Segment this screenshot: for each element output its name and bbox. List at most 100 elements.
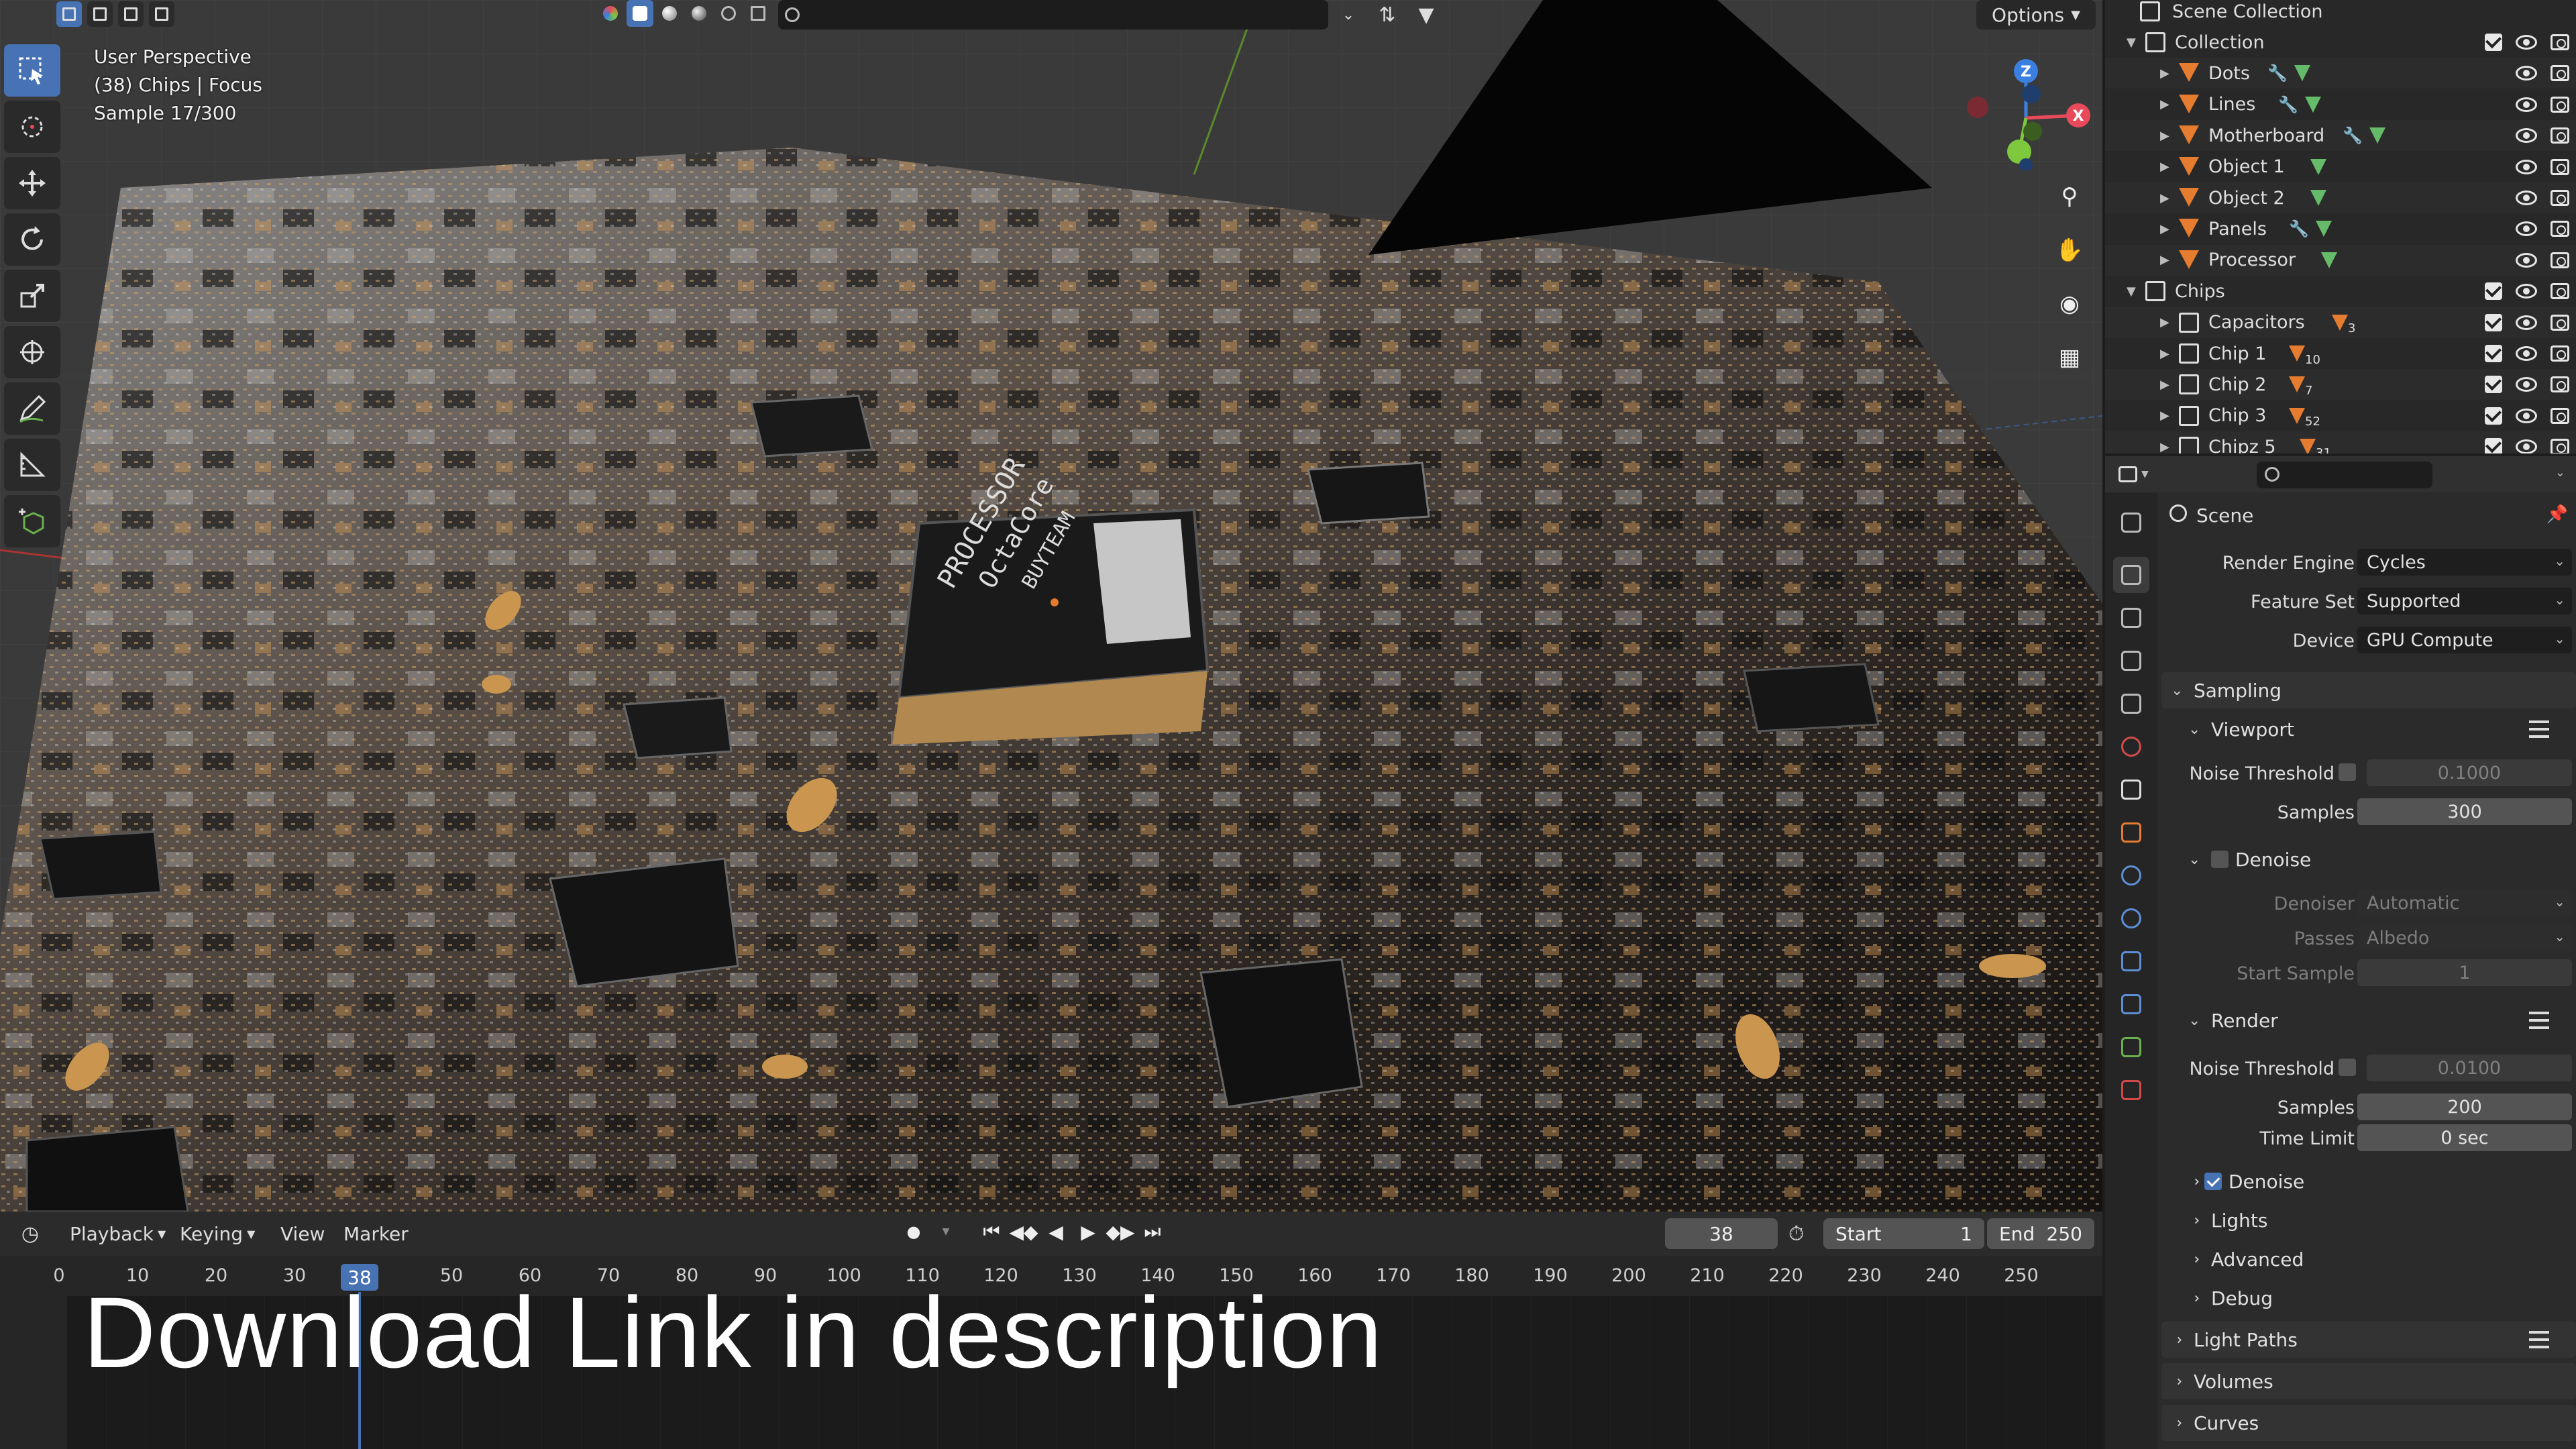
exclude-checkbox[interactable] (2485, 282, 2502, 301)
mesh-data-icon[interactable] (2310, 190, 2326, 206)
rendered-shading-icon[interactable] (686, 0, 712, 27)
viewport-search-field[interactable] (778, 0, 1328, 30)
outliner-row-chipz-5[interactable]: ▶ Chipz 5 31 (2105, 431, 2576, 453)
select-box-icon[interactable] (4, 44, 60, 97)
exclude-checkbox[interactable] (2485, 407, 2502, 425)
exclude-checkbox[interactable] (2485, 438, 2502, 453)
select-intersect-icon[interactable] (149, 1, 174, 27)
render-icon[interactable] (2113, 557, 2149, 593)
render-camera-icon[interactable] (2551, 314, 2569, 331)
wrench-icon[interactable]: 🔧 (2343, 126, 2363, 145)
stopwatch-icon[interactable]: ⏱ (1788, 1212, 1804, 1256)
render-camera-icon[interactable] (2551, 439, 2569, 453)
expand-right-icon[interactable]: ▶ (2160, 191, 2169, 205)
properties-search-field[interactable] (2257, 462, 2432, 488)
wrench-icon[interactable]: 🔧 (2267, 64, 2288, 83)
lights-subpanel-header[interactable]: ⌄ Lights (2161, 1202, 2576, 1238)
zoom-icon[interactable]: ⚲ (2049, 176, 2090, 217)
options-menu-button[interactable]: Options ▼ (1976, 0, 2096, 30)
filter-icon[interactable]: ▼ (1413, 1, 1440, 28)
debug-subpanel-header[interactable]: ⌄ Debug (2161, 1280, 2576, 1316)
outliner-row-chip-2[interactable]: ▶ Chip 2 7 (2105, 369, 2576, 400)
expand-right-icon[interactable]: ▶ (2160, 160, 2169, 174)
constraints-icon[interactable] (2113, 986, 2149, 1022)
expand-right-icon[interactable]: ▶ (2160, 440, 2169, 453)
render-camera-icon[interactable] (2551, 283, 2569, 300)
render-engine-dropdown[interactable]: Cycles ⌄ (2357, 549, 2572, 576)
exclude-checkbox[interactable] (2485, 376, 2502, 394)
keying-menu[interactable]: Keying ▼ (180, 1212, 255, 1256)
start-sample-field[interactable]: 1 (2357, 959, 2572, 986)
denoiser-dropdown[interactable]: Automatic ⌄ (2357, 890, 2572, 916)
move-icon[interactable] (4, 157, 60, 209)
eye-icon[interactable] (2516, 128, 2537, 144)
add-cube-icon[interactable] (4, 495, 60, 547)
render-noise-threshold-field[interactable]: 0.0100 (2367, 1055, 2572, 1081)
overlay-icon[interactable] (597, 0, 624, 27)
next-keyframe-icon[interactable]: ◆▶ (1106, 1217, 1135, 1246)
select-new-icon[interactable] (56, 1, 82, 27)
eye-icon[interactable] (2516, 439, 2537, 453)
gizmo-toggle-icon[interactable] (745, 0, 771, 27)
render-camera-icon[interactable] (2551, 376, 2569, 393)
eye-icon[interactable] (2516, 159, 2537, 174)
eye-icon[interactable] (2516, 346, 2537, 361)
preset-list-icon[interactable] (2529, 1331, 2549, 1348)
time-limit-field[interactable]: 0 sec (2357, 1124, 2572, 1151)
collection-icon[interactable] (2113, 771, 2149, 808)
eye-icon[interactable] (2516, 252, 2537, 268)
mesh-data-icon[interactable] (2369, 127, 2385, 144)
sampling-panel-header[interactable]: ⌄ Sampling (2161, 672, 2576, 708)
outliner-row-motherboard[interactable]: ▶ Motherboard 🔧 (2105, 120, 2576, 152)
outliner-row-lines[interactable]: ▶ Lines 🔧 (2105, 89, 2576, 120)
render-camera-icon[interactable] (2551, 127, 2569, 144)
mesh-data-icon[interactable] (2315, 221, 2332, 237)
expand-down-icon[interactable]: ▼ (2127, 36, 2136, 50)
jump-end-icon[interactable]: ⏭ (1138, 1217, 1167, 1246)
render-noise-threshold-checkbox[interactable] (2339, 1059, 2356, 1076)
light-paths-panel-header[interactable]: ⌄ Light Paths (2161, 1322, 2576, 1358)
feature-set-dropdown[interactable]: Supported ⌄ (2357, 588, 2572, 614)
expand-down-icon[interactable]: ▼ (2127, 284, 2136, 299)
render-camera-icon[interactable] (2551, 65, 2569, 82)
render-samples-field[interactable]: 200 (2357, 1093, 2572, 1120)
render-camera-icon[interactable] (2551, 34, 2569, 50)
preset-list-icon[interactable] (2529, 1012, 2549, 1029)
object-count-icon[interactable] (2289, 407, 2305, 424)
expand-right-icon[interactable]: ▶ (2160, 347, 2169, 361)
render-camera-icon[interactable] (2551, 221, 2569, 237)
physics-icon[interactable] (2113, 943, 2149, 979)
exclude-checkbox[interactable] (2485, 34, 2502, 51)
gizmo-neg-y[interactable] (2023, 122, 2042, 141)
eye-icon[interactable] (2516, 191, 2537, 205)
eye-icon[interactable] (2516, 284, 2537, 299)
outliner-row-object-2[interactable]: ▶ Object 2 (2105, 182, 2576, 213)
mesh-data-icon[interactable] (2304, 96, 2321, 113)
expand-right-icon[interactable]: ▶ (2160, 97, 2169, 111)
eye-icon[interactable] (2516, 315, 2537, 330)
world-icon[interactable] (2113, 729, 2149, 765)
editor-type-button[interactable]: ◷ (7, 1212, 54, 1256)
expand-right-icon[interactable]: ▶ (2160, 222, 2169, 236)
render-camera-icon[interactable] (2551, 190, 2569, 206)
eye-icon[interactable] (2516, 66, 2537, 81)
eye-icon[interactable] (2516, 221, 2537, 237)
marker-menu[interactable]: Marker (343, 1212, 409, 1256)
material-shading-icon[interactable] (656, 0, 683, 27)
output-icon[interactable] (2113, 600, 2149, 636)
render-subpanel-header[interactable]: ⌄ Render (2161, 1002, 2576, 1038)
camera-view-icon[interactable]: ◉ (2049, 283, 2090, 325)
outliner-row-dots[interactable]: ▶ Dots 🔧 (2105, 58, 2576, 89)
expand-right-icon[interactable]: ▶ (2160, 66, 2169, 80)
chevron-down-icon[interactable]: ▼ (931, 1217, 961, 1246)
rotate-icon[interactable] (4, 213, 60, 266)
mesh-data-icon[interactable] (2310, 158, 2326, 175)
view-menu[interactable]: View (280, 1212, 325, 1256)
outliner-row-panels[interactable]: ▶ Panels 🔧 (2105, 213, 2576, 244)
outliner-row-collection[interactable]: ▼ Collection (2105, 27, 2576, 58)
preset-list-icon[interactable] (2529, 720, 2549, 738)
eye-icon[interactable] (2516, 408, 2537, 423)
passes-dropdown[interactable]: Albedo ⌄ (2357, 924, 2572, 951)
play-icon[interactable]: ▶ (1073, 1217, 1103, 1246)
object-count-icon[interactable] (2289, 345, 2305, 362)
